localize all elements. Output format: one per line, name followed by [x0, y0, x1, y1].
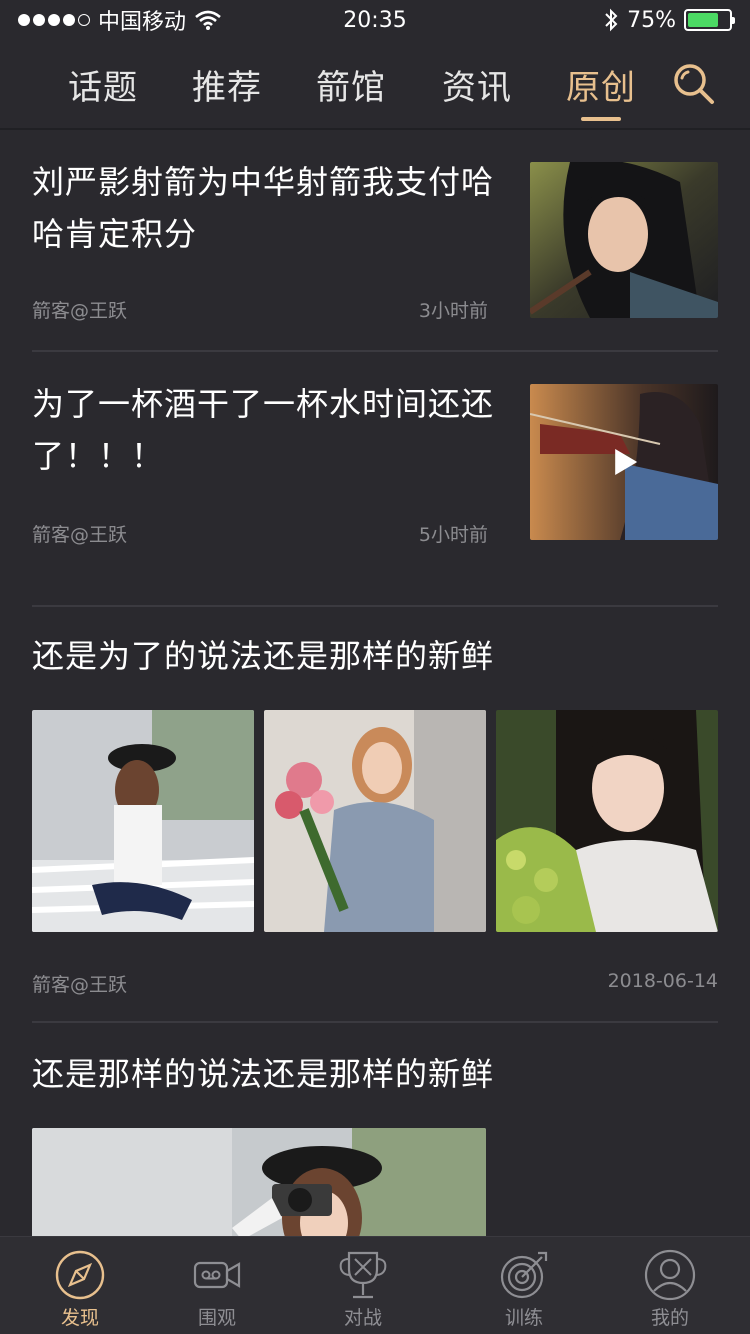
card-meta: 箭客@王跃 5小时前: [32, 520, 488, 547]
card-title: 还是那样的说法还是那样的新鲜: [32, 1055, 495, 1093]
battery-percent: 75%: [627, 7, 676, 33]
grid-image[interactable]: [32, 710, 254, 932]
tab-archery-halls[interactable]: 箭馆: [316, 60, 386, 109]
bottom-tab-bar: 发现 围观 对战 训练 我的: [0, 1236, 750, 1334]
bottom-tab-label: 训练: [504, 1307, 543, 1329]
bottom-tab-label: 围观: [197, 1307, 236, 1329]
video-thumbnail[interactable]: [530, 384, 718, 540]
bottom-tab-label: 对战: [343, 1307, 382, 1329]
bottom-tab-label: 我的: [650, 1307, 689, 1329]
card-thumbnail[interactable]: [530, 162, 718, 318]
tab-original[interactable]: 原创: [566, 60, 636, 109]
card-divider: [32, 605, 718, 607]
card-time: 5小时前: [418, 524, 488, 546]
carrier-signal: 中国移动: [18, 4, 222, 36]
grid-image[interactable]: [496, 710, 718, 932]
signal-strength-icon: [18, 14, 90, 26]
large-image[interactable]: [32, 1128, 486, 1236]
user-icon: [644, 1249, 696, 1301]
video-camera-icon: [193, 1261, 241, 1289]
carrier-name: 中国移动: [98, 10, 187, 35]
trophy-arrows-icon: [339, 1251, 387, 1299]
search-icon[interactable]: [672, 62, 716, 106]
image-grid: [32, 710, 718, 932]
tab-topics[interactable]: 话题: [68, 60, 138, 109]
bottom-tab-label: 发现: [60, 1307, 99, 1329]
feed-card[interactable]: 刘严影射箭为中华射箭我支付哈哈肯定积分 箭客@王跃 3小时前: [32, 156, 718, 323]
bottom-tab-watch[interactable]: 围观: [162, 1237, 272, 1334]
battery-icon: [684, 9, 735, 31]
target-icon: [500, 1251, 548, 1299]
compass-icon: [55, 1250, 105, 1300]
bottom-tab-battle[interactable]: 对战: [308, 1237, 418, 1334]
card-meta: 箭客@王跃 3小时前: [32, 296, 488, 323]
feed-card[interactable]: 还是为了的说法还是那样的新鲜 箭客@王跃 2018-06-14: [32, 630, 718, 1000]
status-bar: 中国移动 20:35 75%: [0, 0, 750, 40]
tab-recommended[interactable]: 推荐: [192, 60, 262, 109]
bluetooth-icon: [605, 8, 618, 32]
play-icon[interactable]: [615, 449, 638, 475]
card-author: 箭客@王跃: [32, 974, 128, 996]
bottom-tab-me[interactable]: 我的: [615, 1237, 725, 1334]
battery-fill: [688, 13, 718, 27]
top-tab-bar: 话题 推荐 箭馆 资讯 原创: [0, 40, 750, 128]
card-time: 2018-06-14: [607, 970, 718, 992]
card-title: 刘严影射箭为中华射箭我支付哈哈肯定积分: [32, 163, 495, 253]
tab-news[interactable]: 资讯: [442, 60, 512, 109]
card-author: 箭客@王跃: [32, 524, 128, 546]
card-time: 3小时前: [418, 300, 488, 322]
card-divider: [32, 1021, 718, 1023]
wifi-icon: [195, 10, 221, 30]
bottom-tab-discover[interactable]: 发现: [25, 1237, 135, 1334]
card-title: 还是为了的说法还是那样的新鲜: [32, 637, 495, 675]
feed-card[interactable]: 还是那样的说法还是那样的新鲜: [32, 1048, 718, 1236]
card-meta: 箭客@王跃 2018-06-14: [32, 970, 718, 997]
grid-image[interactable]: [264, 710, 486, 932]
card-divider: [32, 350, 718, 352]
article-feed[interactable]: 刘严影射箭为中华射箭我支付哈哈肯定积分 箭客@王跃 3小时前 为了一杯酒干了一杯…: [0, 130, 750, 1236]
card-author: 箭客@王跃: [32, 300, 128, 322]
card-title: 为了一杯酒干了一杯水时间还还了！！！: [32, 385, 495, 475]
bottom-tab-training[interactable]: 训练: [469, 1237, 579, 1334]
feed-card[interactable]: 为了一杯酒干了一杯水时间还还了！！！ 箭客@王跃 5小时前: [32, 378, 718, 546]
